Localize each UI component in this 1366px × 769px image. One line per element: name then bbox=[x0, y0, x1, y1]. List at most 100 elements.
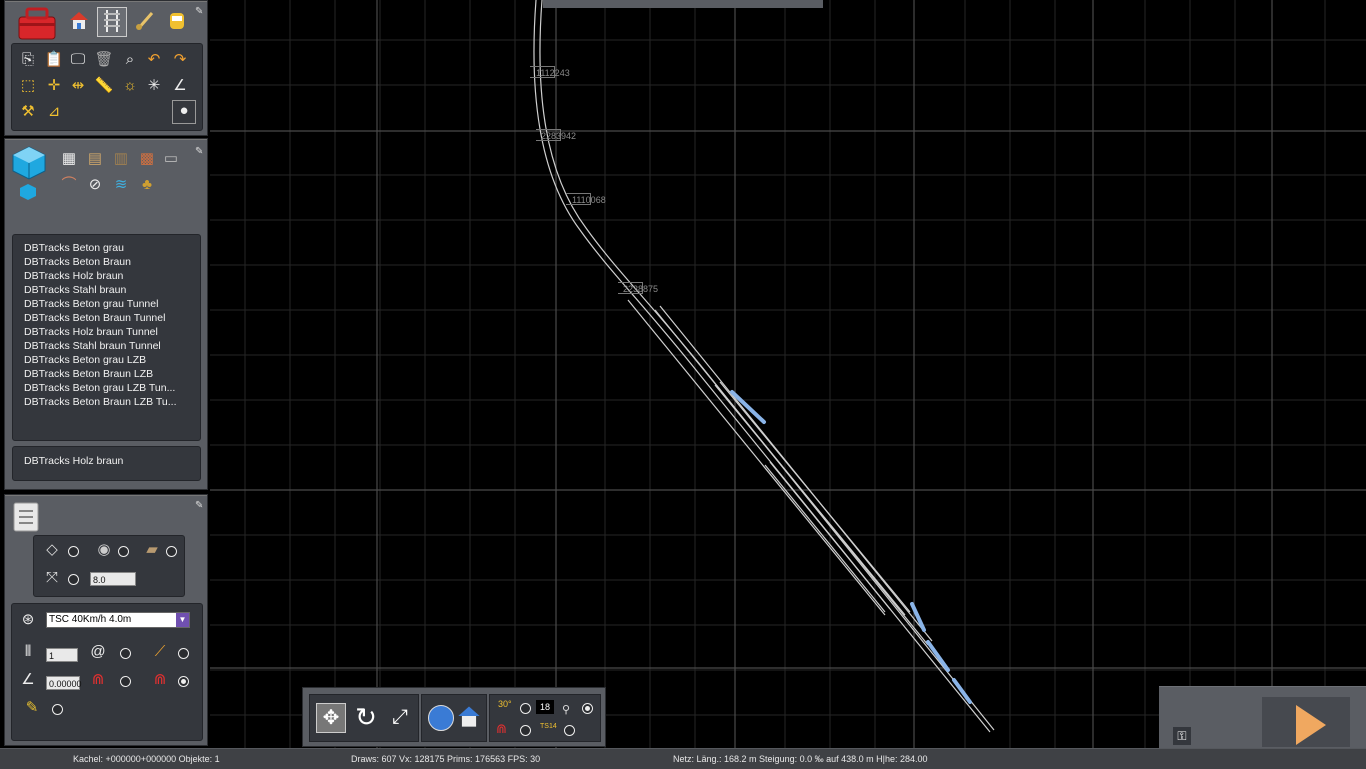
camera-toolbar: ✥ ↻ ⤢ 30° 18 ⚲ ⋒ TS14 bbox=[302, 687, 606, 747]
ruler-icon[interactable]: 📏 bbox=[94, 76, 114, 96]
ts14-radio[interactable] bbox=[564, 725, 575, 736]
tile-status: Kachel: +000000+000000 Objekte: 1 bbox=[73, 754, 220, 764]
fit-view-button[interactable]: ✥ bbox=[316, 703, 346, 733]
view-tools-group: ✥ ↻ ⤢ bbox=[309, 694, 419, 742]
parallel-tracks-icon: ⦀ bbox=[24, 643, 32, 660]
split-icon[interactable]: ⇹ bbox=[68, 76, 88, 96]
track-type-icon-2[interactable]: ▤ bbox=[85, 149, 105, 169]
lock-radio[interactable] bbox=[582, 703, 593, 714]
track-rule-select[interactable]: TSC 40Km/h 4.0m ▼ bbox=[46, 612, 190, 628]
tree-icon[interactable]: ♣ bbox=[137, 175, 157, 195]
redo-icon[interactable]: ↷ bbox=[170, 50, 190, 70]
light-icon[interactable]: ✳ bbox=[144, 76, 164, 96]
gradient-icon: ∠ bbox=[21, 671, 35, 688]
track-tag-label: 1112243 bbox=[536, 68, 570, 78]
driver-icon[interactable] bbox=[165, 9, 189, 33]
list-item[interactable]: DBTracks Beton grau LZB Tun... bbox=[13, 381, 200, 395]
resize-icon[interactable]: ⤢ bbox=[386, 703, 414, 731]
track-rule-value: TSC 40Km/h 4.0m bbox=[49, 614, 132, 625]
bottom-right-panel: ⚿ bbox=[1159, 686, 1366, 749]
edit-tools-group: ⎘ 📋 🖵 🗑 ⌕ ↶ ↷ ⬚ ✛ ⇹ 📏 ☼ ✳ ∠ ⚒ ⊿ ● bbox=[11, 43, 203, 131]
pin-icon[interactable]: ✎ bbox=[195, 501, 205, 511]
bridge-icon[interactable]: ⌒ bbox=[59, 175, 79, 195]
brick-icon[interactable]: ▩ bbox=[137, 149, 157, 169]
ramp-radio[interactable] bbox=[178, 648, 189, 659]
sun-icon[interactable]: ☼ bbox=[120, 76, 140, 96]
tube-icon[interactable]: ⊘ bbox=[85, 175, 105, 195]
magnet-radio[interactable] bbox=[520, 725, 531, 736]
copy-icon[interactable]: ⎘ bbox=[18, 50, 38, 70]
magnet-radio[interactable] bbox=[120, 676, 131, 687]
gradient-input[interactable]: 0.00000 bbox=[46, 676, 82, 690]
main-toolbar-panel: ✎ ⎘ 📋 🖵 🗑 ⌕ ↶ ↷ ⬚ ✛ ⇹ 📏 ☼ ✳ ∠ ⚒ ⊿ ● bbox=[4, 0, 208, 136]
measure-icon[interactable]: ⊿ bbox=[44, 102, 64, 122]
angle-icon[interactable]: ∠ bbox=[170, 76, 190, 96]
pencil-icon: ✎ bbox=[25, 699, 39, 716]
lock-small-icon: ⚲ bbox=[562, 704, 571, 716]
list-item[interactable]: DBTracks Beton grau LZB bbox=[13, 353, 200, 367]
paste-icon[interactable]: 📋 bbox=[44, 50, 64, 70]
small-cube-icon[interactable] bbox=[19, 183, 37, 201]
select-rect-icon[interactable]: ⬚ bbox=[18, 76, 38, 96]
play-icon bbox=[1296, 705, 1326, 745]
track-tag-label: 1110068 bbox=[572, 195, 606, 205]
number-box[interactable]: 18 bbox=[536, 700, 554, 714]
pencil-radio[interactable] bbox=[52, 704, 63, 715]
snap-surface-radio[interactable] bbox=[68, 546, 79, 557]
chevron-down-icon[interactable]: ▼ bbox=[176, 613, 189, 627]
list-item[interactable]: DBTracks Holz braun bbox=[13, 269, 200, 283]
track-icon[interactable] bbox=[97, 7, 127, 37]
monitor-icon[interactable]: 🖵 bbox=[68, 50, 88, 70]
snap-center-radio[interactable] bbox=[118, 546, 129, 557]
magnet-icon: ⋒ bbox=[91, 671, 105, 688]
pin-icon[interactable]: ✎ bbox=[195, 147, 205, 157]
pin-icon[interactable]: ✎ bbox=[195, 7, 205, 17]
rotate-icon[interactable]: ↻ bbox=[352, 703, 380, 731]
list-item[interactable]: DBTracks Beton Braun bbox=[13, 255, 200, 269]
track-asset-list[interactable]: DBTracks Beton grau DBTracks Beton Braun… bbox=[12, 234, 201, 441]
spacing-radio[interactable] bbox=[68, 574, 79, 585]
ts14-label: TS14 bbox=[540, 723, 557, 730]
search-object-icon[interactable]: ⌕ bbox=[120, 50, 140, 70]
list-item[interactable]: DBTracks Beton Braun Tunnel bbox=[13, 311, 200, 325]
track-properties-panel: ✎ ◇ ◉ ▰ ⤧ 8.0 ⊛ TSC 40Km/h 4.0m ▼ ⦀ 1 @ … bbox=[4, 494, 208, 746]
track-tag-label: 2238875 bbox=[623, 284, 659, 294]
angle-radio[interactable] bbox=[520, 703, 531, 714]
list-item[interactable]: DBTracks Stahl braun Tunnel bbox=[13, 339, 200, 353]
water-icon[interactable]: ≋ bbox=[111, 175, 131, 195]
spiral-radio[interactable] bbox=[120, 648, 131, 659]
track-type-icon-3[interactable]: ▥ bbox=[111, 149, 131, 169]
render-status: Draws: 607 Vx: 128175 Prims: 176563 FPS:… bbox=[351, 754, 541, 764]
list-item[interactable]: DBTracks Stahl braun bbox=[13, 283, 200, 297]
magnet-track-radio[interactable] bbox=[178, 676, 189, 687]
play-button[interactable] bbox=[1262, 697, 1350, 747]
brush-icon[interactable] bbox=[133, 9, 157, 33]
sphere-icon[interactable]: ● bbox=[172, 100, 196, 124]
list-item[interactable]: DBTracks Beton Braun LZB Tu... bbox=[13, 395, 200, 409]
toolbox-icon[interactable] bbox=[15, 5, 59, 41]
move-icon[interactable]: ✛ bbox=[44, 76, 64, 96]
ramp-icon: ⟋ bbox=[154, 643, 166, 660]
list-item[interactable]: DBTracks Holz braun Tunnel bbox=[13, 325, 200, 339]
lock-icon[interactable]: ⚿ bbox=[1173, 727, 1191, 745]
stamp-icon[interactable]: ⚒ bbox=[18, 102, 38, 122]
net-status: Netz: Läng.: 168.2 m Steigung: 0.0 ‰ auf… bbox=[673, 754, 928, 764]
track-count-input[interactable]: 1 bbox=[46, 648, 78, 662]
list-item[interactable]: DBTracks Beton Braun LZB bbox=[13, 367, 200, 381]
track-type-icon-1[interactable]: ▦ bbox=[59, 149, 79, 169]
home-icon[interactable] bbox=[67, 9, 91, 33]
list-item[interactable]: DBTracks Beton grau Tunnel bbox=[13, 297, 200, 311]
cube-icon[interactable] bbox=[11, 145, 47, 181]
spacing-input[interactable]: 8.0 bbox=[90, 572, 136, 586]
placement-group: ◇ ◉ ▰ ⤧ 8.0 bbox=[33, 535, 185, 597]
undo-icon[interactable]: ↶ bbox=[144, 50, 164, 70]
delete-icon[interactable]: 🗑 bbox=[94, 50, 114, 70]
snap-center-icon: ◉ bbox=[97, 541, 111, 558]
slab-icon[interactable]: ▭ bbox=[161, 149, 181, 169]
list-item[interactable]: DBTracks Beton grau bbox=[13, 241, 200, 255]
selected-asset-label: DBTracks Holz braun bbox=[24, 455, 124, 467]
globe-icon[interactable] bbox=[428, 705, 454, 731]
properties-icon[interactable] bbox=[9, 499, 43, 533]
home-view-icon[interactable] bbox=[456, 703, 482, 729]
snap-track-radio[interactable] bbox=[166, 546, 177, 557]
